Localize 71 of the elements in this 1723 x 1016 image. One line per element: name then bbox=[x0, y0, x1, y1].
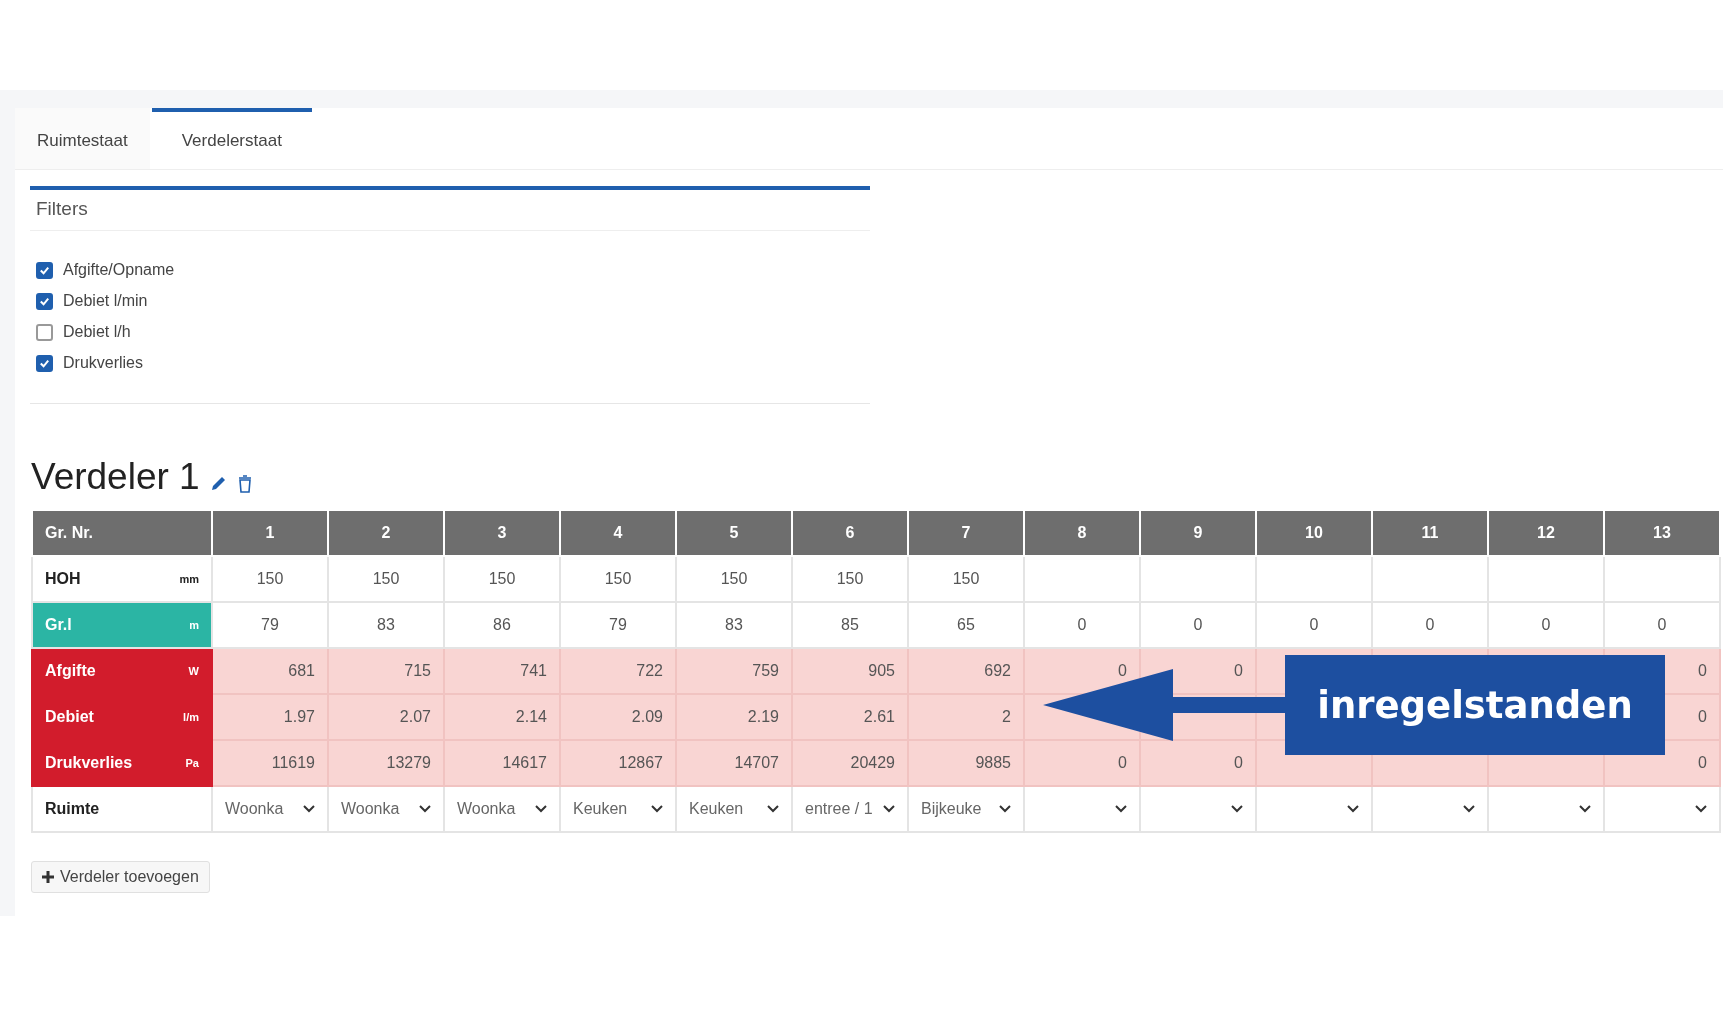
column-header: 5 bbox=[676, 510, 792, 556]
row-label: HOH bbox=[45, 570, 81, 588]
table-cell: 2.19 bbox=[676, 694, 792, 740]
column-header: 3 bbox=[444, 510, 560, 556]
table-cell: 2.61 bbox=[792, 694, 908, 740]
table-cell: 150 bbox=[908, 556, 1024, 602]
callout-label: inregelstanden bbox=[1285, 655, 1665, 755]
row-label: Drukverlies bbox=[45, 754, 133, 772]
table-cell: 13279 bbox=[328, 740, 444, 786]
table-cell: 2 bbox=[908, 694, 1024, 740]
trash-icon[interactable] bbox=[237, 475, 252, 493]
table-cell: 722 bbox=[560, 648, 676, 694]
filters-title: Filters bbox=[36, 198, 88, 220]
checkbox[interactable] bbox=[36, 354, 53, 372]
column-header: 9 bbox=[1140, 510, 1256, 556]
edit-icon[interactable] bbox=[209, 474, 228, 492]
table-cell: 20429 bbox=[792, 740, 908, 786]
table-cell: 2.14 bbox=[444, 694, 560, 740]
unit-label: m bbox=[189, 619, 199, 631]
table-cell: 2.07 bbox=[328, 694, 444, 740]
column-header: 8 bbox=[1024, 510, 1140, 556]
column-header: 13 bbox=[1604, 510, 1720, 556]
table-cell: 2.09 bbox=[560, 694, 676, 740]
column-header: 1 bbox=[212, 510, 328, 556]
table-cell: 0 bbox=[1140, 740, 1256, 786]
tab[interactable]: Ruimtestaat bbox=[15, 108, 150, 169]
column-header: 10 bbox=[1256, 510, 1372, 556]
checkbox-label: Drukverlies bbox=[63, 354, 143, 372]
checkbox-label: Afgifte/Opname bbox=[63, 261, 175, 279]
checkbox[interactable] bbox=[36, 261, 53, 279]
checkbox[interactable] bbox=[36, 323, 53, 341]
column-header: 6 bbox=[792, 510, 908, 556]
table-cell: 150 bbox=[792, 556, 908, 602]
plus-icon bbox=[42, 871, 54, 883]
column-header: 2 bbox=[328, 510, 444, 556]
checkbox-label: Debiet l/min bbox=[63, 292, 148, 310]
table-cell: 0 bbox=[1024, 740, 1140, 786]
table-cell: 9885 bbox=[908, 740, 1024, 786]
unit-label: mm bbox=[179, 573, 199, 585]
table-cell: 12867 bbox=[560, 740, 676, 786]
table-cell: 681 bbox=[212, 648, 328, 694]
column-header: 7 bbox=[908, 510, 1024, 556]
table-cell: 741 bbox=[444, 648, 560, 694]
table-cell: 150 bbox=[676, 556, 792, 602]
table-cell: 11619 bbox=[212, 740, 328, 786]
table-cell: 715 bbox=[328, 648, 444, 694]
unit-label: l/m bbox=[183, 711, 199, 723]
table-cell: 150 bbox=[560, 556, 676, 602]
table-cell: 1.97 bbox=[212, 694, 328, 740]
unit-label: Pa bbox=[185, 757, 199, 769]
table-cell: 759 bbox=[676, 648, 792, 694]
table-cell: 14617 bbox=[444, 740, 560, 786]
column-header: 4 bbox=[560, 510, 676, 556]
unit-label: W bbox=[188, 665, 199, 677]
column-header: 12 bbox=[1488, 510, 1604, 556]
table-cell: 150 bbox=[444, 556, 560, 602]
checkbox[interactable] bbox=[36, 292, 53, 310]
row-label: Afgifte bbox=[45, 662, 96, 680]
row-label: Ruimte bbox=[45, 800, 100, 818]
table-cell: 905 bbox=[792, 648, 908, 694]
column-header: Gr. Nr. bbox=[32, 510, 212, 556]
row-label: Gr.l bbox=[45, 616, 72, 634]
section-title: Verdeler 1 bbox=[31, 458, 200, 495]
table-cell: 150 bbox=[328, 556, 444, 602]
table-cell: 692 bbox=[908, 648, 1024, 694]
table-cell: 150 bbox=[212, 556, 328, 602]
row-label: Debiet bbox=[45, 708, 94, 726]
column-header: 11 bbox=[1372, 510, 1488, 556]
add-button[interactable]: Verdeler toevoegen bbox=[31, 861, 210, 893]
checkbox-label: Debiet l/h bbox=[63, 323, 131, 341]
table-cell: 14707 bbox=[676, 740, 792, 786]
